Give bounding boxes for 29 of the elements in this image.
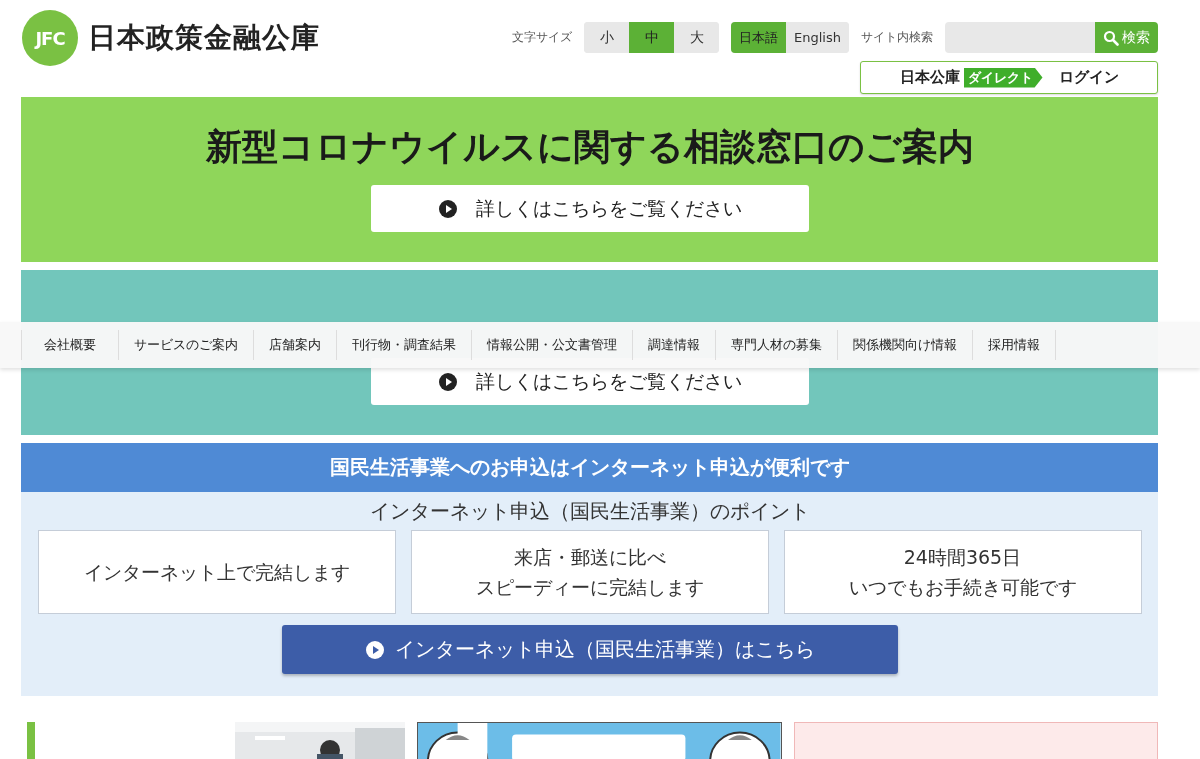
point-card: インターネット上で完結します — [37, 530, 396, 614]
site-logo-text[interactable]: 日本政策金融公庫 — [88, 19, 320, 57]
font-size-button[interactable]: 中 — [629, 22, 675, 53]
play-icon — [364, 639, 385, 660]
search-icon — [1103, 29, 1119, 46]
panel-subheading: インターネット申込（国民生活事業）のポイント — [369, 498, 810, 525]
nav-link[interactable]: 刊行物・調査結果 — [337, 330, 472, 360]
direct-login-button[interactable]: 日本公庫 ダイレクト ログイン — [860, 61, 1158, 94]
nav-link[interactable]: 採用情報 — [973, 330, 1056, 360]
panel-heading: 国民生活事業へのお申込はインターネット申込が便利です — [21, 443, 1158, 492]
nav-link[interactable]: 会社概要 — [22, 330, 119, 360]
apply-button[interactable]: インターネット申込（国民生活事業）はこちら — [281, 625, 898, 674]
search-label: サイト内検索 — [861, 29, 933, 46]
language-button[interactable]: 日本語 — [731, 22, 787, 53]
nav-link[interactable]: 関係機関向け情報 — [838, 330, 973, 360]
nav-link[interactable]: 専門人材の募集 — [716, 330, 838, 360]
point-card: 24時間365日 いつでもお手続き可能です — [783, 530, 1142, 614]
nav-link[interactable]: 調達情報 — [633, 330, 716, 360]
banner-title: 新型コロナウイルスに関する相談窓口のご案内 — [205, 125, 974, 169]
search-field[interactable] — [945, 22, 1095, 53]
play-icon — [437, 198, 458, 219]
nav-link[interactable]: 情報公開・公文書管理 — [472, 330, 633, 360]
nav-link[interactable]: 店舗案内 — [254, 330, 337, 360]
play-icon — [437, 371, 458, 392]
details-button[interactable]: 詳しくはこちらをご覧ください — [370, 185, 809, 232]
font-size-label: 文字サイズ — [512, 29, 573, 46]
nav-link[interactable]: サービスのご案内 — [119, 330, 254, 360]
point-card: 来店・郵送に比べ スピーディーに完結します — [410, 530, 769, 614]
card-background[interactable] — [793, 722, 1158, 759]
